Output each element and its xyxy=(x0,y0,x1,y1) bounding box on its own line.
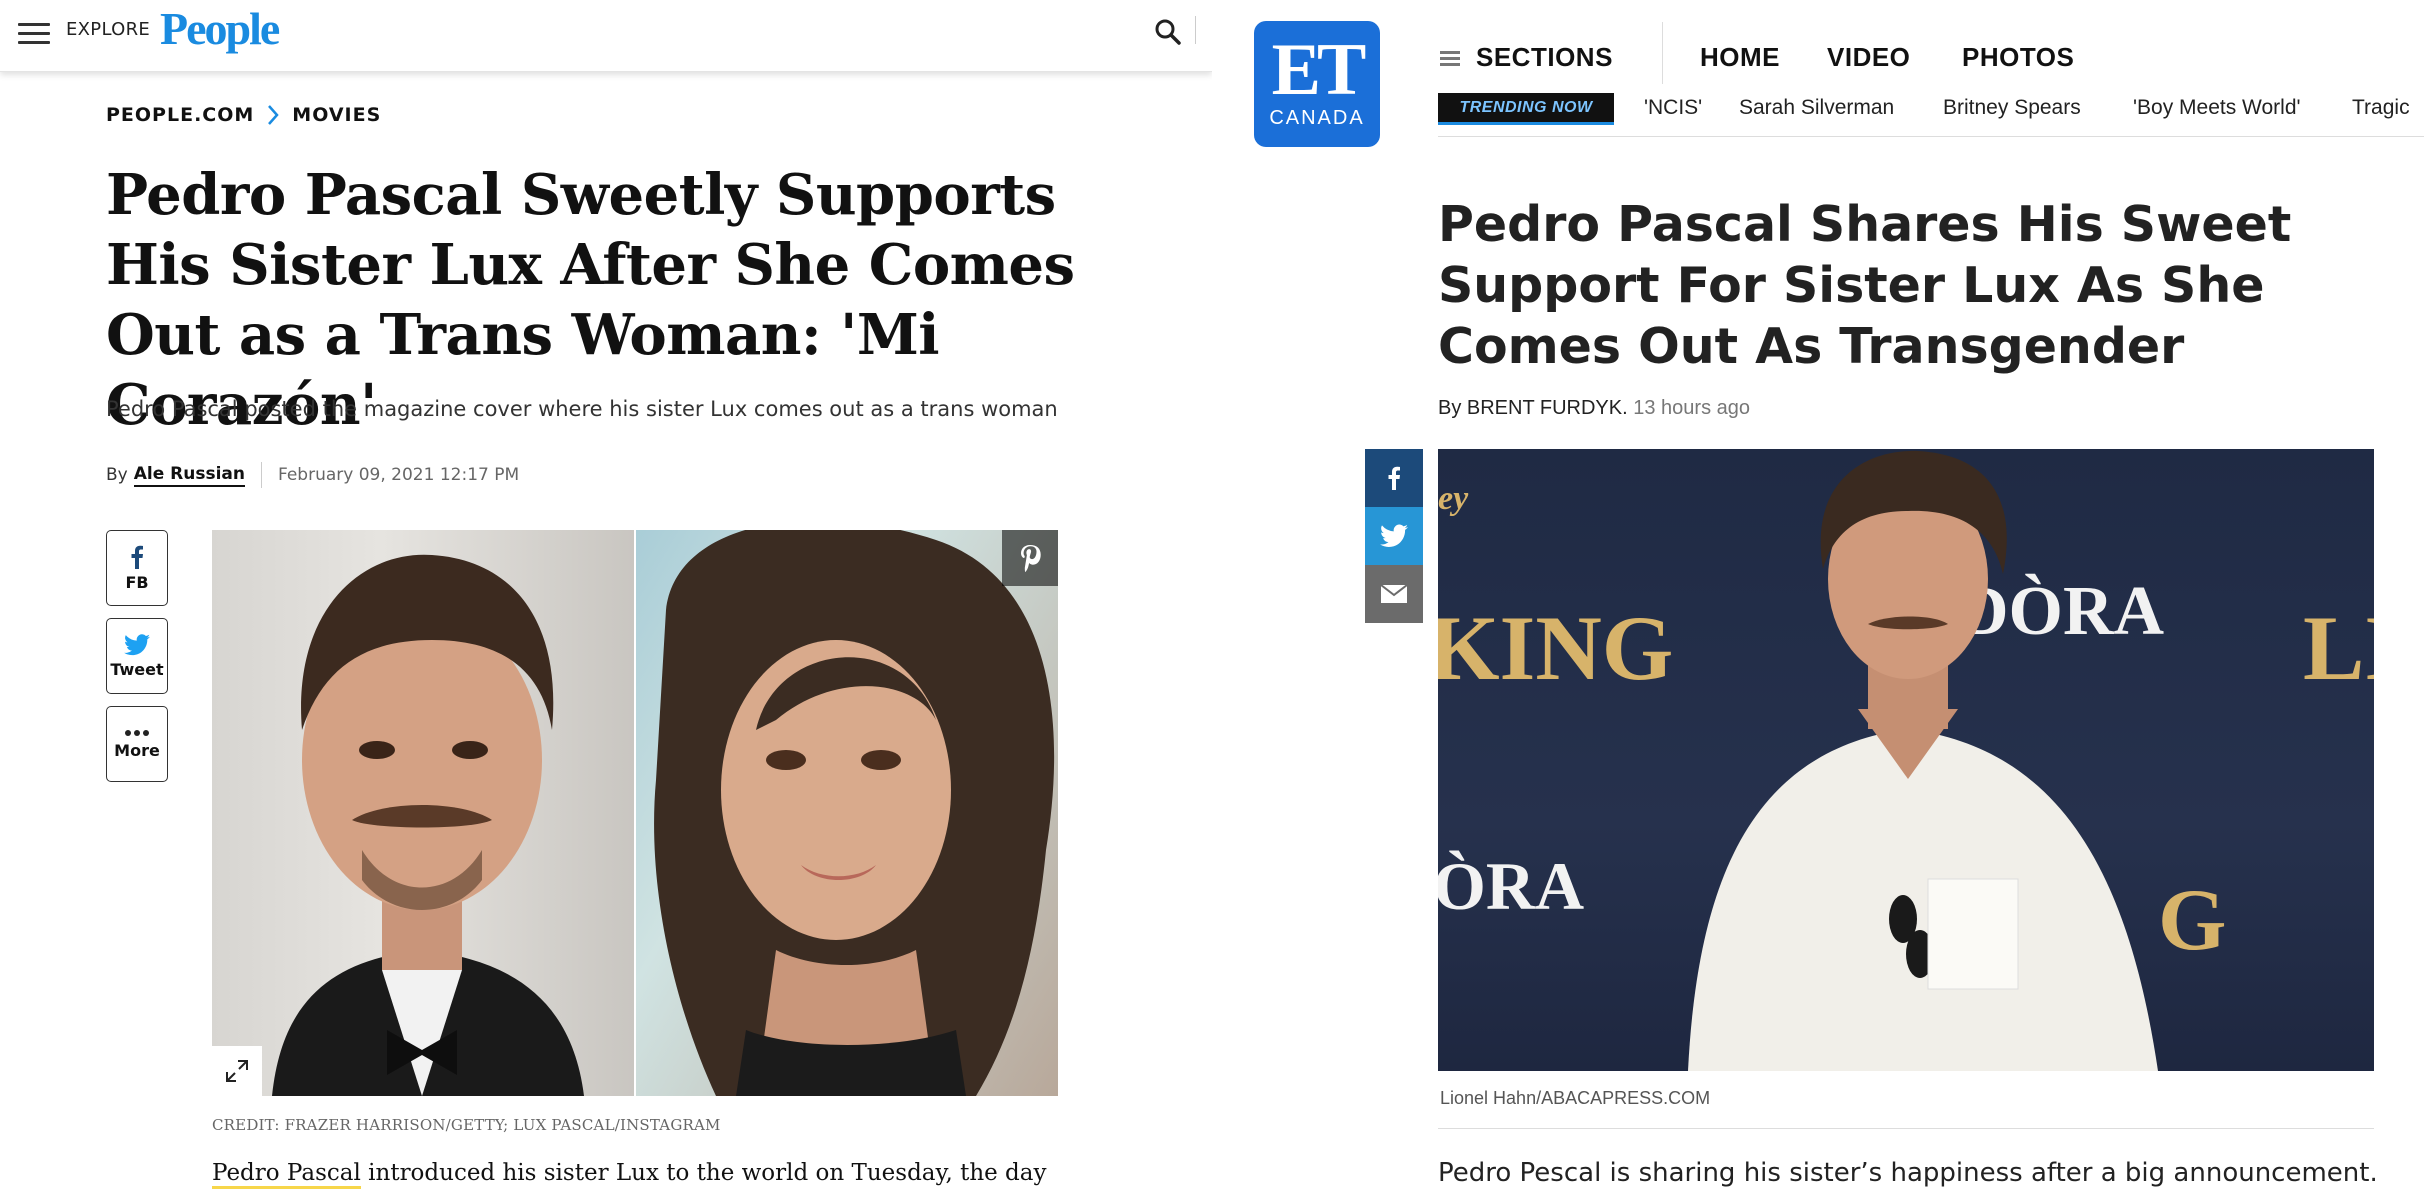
trending-item[interactable]: Tragic xyxy=(2352,96,2410,120)
expand-image-icon[interactable] xyxy=(212,1046,262,1096)
etcanada-page: ET CANADA SECTIONS HOME VIDEO PHOTOS TRE… xyxy=(1212,0,2424,1200)
nav-divider xyxy=(1662,22,1663,84)
article-hero-image[interactable]: ey KING DÒRA LI ÒRA G xyxy=(1438,449,2374,1071)
more-dots-icon xyxy=(125,729,149,736)
trending-now-badge: TRENDING NOW xyxy=(1438,93,1614,125)
people-header: EXPLORE People xyxy=(0,0,1212,72)
publish-date: February 09, 2021 12:17 PM xyxy=(278,465,520,485)
article-subtitle: Pedro Pascal posted the magazine cover w… xyxy=(106,397,1058,421)
backdrop-text-g: G xyxy=(2158,872,2226,969)
people-logo[interactable]: People xyxy=(160,2,280,55)
etcanada-logo-et: ET xyxy=(1271,29,1367,111)
etcanada-logo-canada: CANADA xyxy=(1269,107,1365,129)
pinterest-icon xyxy=(1021,545,1041,572)
share-twitter-label: Tweet xyxy=(110,659,164,679)
backdrop-text-ora: ÒRA xyxy=(1438,848,1584,924)
facebook-icon xyxy=(1388,466,1400,490)
etcanada-logo[interactable]: ET CANADA xyxy=(1254,21,1380,147)
byline: By Ale Russian February 09, 2021 12:17 P… xyxy=(106,462,519,488)
chevron-right-icon xyxy=(268,105,279,125)
hamburger-menu-icon[interactable] xyxy=(18,20,52,46)
email-icon xyxy=(1380,584,1408,603)
twitter-icon xyxy=(1380,524,1408,547)
breadcrumb-site-link[interactable]: PEOPLE.COM xyxy=(106,104,254,126)
article-body-paragraph: Pedro Pescal is sharing his sister’s hap… xyxy=(1438,1158,2378,1188)
people-page: EXPLORE People PEOPLE.COM MOVIES Pedro P… xyxy=(0,0,1212,1200)
author-name: By BRENT FURDYK. xyxy=(1438,397,1628,419)
share-twitter-button[interactable]: Tweet xyxy=(106,618,168,694)
share-twitter-button[interactable] xyxy=(1365,507,1423,565)
nav-home[interactable]: HOME xyxy=(1700,42,1780,73)
nav-photos[interactable]: PHOTOS xyxy=(1962,42,2074,73)
byline-divider xyxy=(261,462,262,488)
share-facebook-button[interactable] xyxy=(1365,449,1423,507)
publish-time: 13 hours ago xyxy=(1633,397,1750,419)
share-facebook-label: FB xyxy=(125,572,149,592)
article-body-paragraph: Pedro Pascal introduced his sister Lux t… xyxy=(212,1160,1047,1189)
nav-sections[interactable]: SECTIONS xyxy=(1476,42,1613,73)
share-more-label: More xyxy=(114,740,160,760)
nav-video[interactable]: VIDEO xyxy=(1827,42,1910,73)
share-more-button[interactable]: More xyxy=(106,706,168,782)
photo-credit: CREDIT: FRAZER HARRISON/GETTY; LUX PASCA… xyxy=(212,1116,721,1134)
breadcrumb-section-link[interactable]: MOVIES xyxy=(292,104,381,126)
sections-menu-icon[interactable] xyxy=(1440,51,1460,67)
pedro-portrait-photo xyxy=(212,530,634,1096)
breadcrumb: PEOPLE.COM MOVIES xyxy=(106,104,381,126)
nav-rule xyxy=(1438,136,2424,137)
photo-credit: Lionel Hahn/ABACAPRESS.COM xyxy=(1440,1088,1711,1108)
explore-menu-label[interactable]: EXPLORE xyxy=(66,19,150,40)
backdrop-text-dora: DÒRA xyxy=(1958,573,2165,650)
trending-item[interactable]: 'NCIS' xyxy=(1644,96,1702,120)
article-hero-image[interactable] xyxy=(212,530,1058,1096)
share-email-button[interactable] xyxy=(1365,565,1423,623)
share-facebook-button[interactable]: FB xyxy=(106,530,168,606)
pinterest-pin-button[interactable] xyxy=(1002,530,1058,586)
byline-prefix: By xyxy=(106,465,128,485)
backdrop-text-li: LI xyxy=(2303,597,2374,699)
header-divider xyxy=(1195,16,1196,44)
pedro-pascal-link[interactable]: Pedro Pascal xyxy=(212,1160,361,1189)
search-icon[interactable] xyxy=(1152,16,1184,48)
backdrop-text-ey: ey xyxy=(1438,480,1469,517)
lux-portrait-photo xyxy=(636,530,1058,1096)
trending-item[interactable]: 'Boy Meets World' xyxy=(2133,96,2301,120)
trending-item[interactable]: Sarah Silverman xyxy=(1739,96,1894,120)
facebook-icon xyxy=(131,545,143,569)
trending-item[interactable]: Britney Spears xyxy=(1943,96,2081,120)
credit-rule xyxy=(1438,1128,2374,1129)
backdrop-text-king: KING xyxy=(1438,597,1673,699)
twitter-icon xyxy=(124,633,150,655)
article-title: Pedro Pascal Shares His Sweet Support Fo… xyxy=(1438,196,2292,375)
author-link[interactable]: Ale Russian xyxy=(133,464,245,487)
byline: By BRENT FURDYK. 13 hours ago xyxy=(1438,397,1750,420)
article-body-text: introduced his sister Lux to the world o… xyxy=(360,1160,1047,1186)
